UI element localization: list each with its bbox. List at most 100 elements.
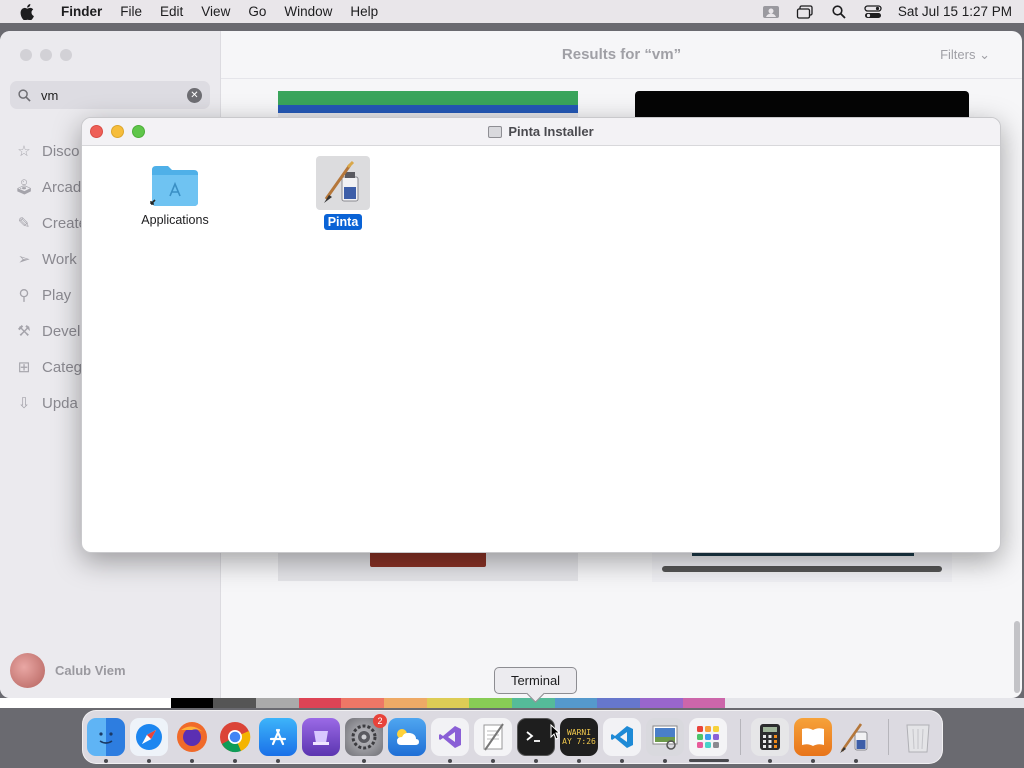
- finder-icon[interactable]: [87, 718, 125, 756]
- running-indicator: [276, 759, 280, 763]
- swatch: [554, 698, 598, 708]
- apple-menu-icon[interactable]: [16, 3, 38, 20]
- chevron-down-icon: ⌄: [979, 47, 990, 62]
- swatch: [853, 698, 897, 708]
- books-icon[interactable]: [794, 718, 832, 756]
- screenshot-subheader-bar: [278, 105, 578, 113]
- app-store-search-field[interactable]: vm ✕: [10, 81, 210, 109]
- running-indicator: [768, 759, 772, 763]
- applications-label: Applications: [141, 213, 209, 227]
- close-button[interactable]: [20, 49, 32, 61]
- pinta-dock-icon[interactable]: [837, 718, 875, 756]
- download-icon: ⇩: [17, 395, 31, 412]
- weather-icon[interactable]: [388, 718, 426, 756]
- paper-plane-icon: ➢: [17, 251, 31, 268]
- swatch: [469, 698, 513, 708]
- menu-clock[interactable]: Sat Jul 15 1:27 PM: [898, 4, 1012, 19]
- console-icon[interactable]: WARNI AY 7:26: [560, 718, 598, 756]
- script-editor-icon[interactable]: [474, 718, 512, 756]
- nav-item-create[interactable]: ✎ Create: [14, 205, 87, 241]
- rocket-icon: ⚲: [18, 287, 30, 304]
- clear-search-icon[interactable]: ✕: [187, 88, 202, 103]
- laptop-base: [662, 566, 942, 572]
- nav-item-discover[interactable]: ☆ Disco: [14, 133, 87, 169]
- purple-app-icon[interactable]: [302, 718, 340, 756]
- nav-label: Play: [42, 286, 72, 304]
- scrollbar[interactable]: [1014, 621, 1020, 693]
- minimize-button[interactable]: [40, 49, 52, 61]
- nav-item-categories[interactable]: ⊞ Categ: [14, 349, 87, 385]
- running-indicator: [147, 759, 151, 763]
- zoom-button[interactable]: [132, 125, 145, 138]
- joystick-icon: 🕹: [14, 179, 34, 196]
- vscode-icon[interactable]: [603, 718, 641, 756]
- brush-icon: ✎: [17, 215, 31, 232]
- filters-button[interactable]: Filters ⌄: [940, 47, 990, 63]
- search-input[interactable]: vm: [41, 88, 58, 103]
- zoom-button[interactable]: [60, 49, 72, 61]
- visual-studio-icon[interactable]: [431, 718, 469, 756]
- grid-icon: ⊞: [17, 359, 31, 376]
- swatch: [341, 698, 385, 708]
- nav-item-arcade[interactable]: 🕹 Arcad: [14, 169, 87, 205]
- hammer-icon: ⚒: [17, 323, 31, 340]
- menu-app-name[interactable]: Finder: [52, 4, 111, 19]
- swatch: [682, 698, 726, 708]
- pinta-label: Pinta: [323, 214, 363, 230]
- installer-titlebar[interactable]: Pinta Installer: [82, 118, 1000, 146]
- console-icon-text: WARNI AY 7:26: [562, 728, 596, 746]
- pinta-installer-window: Pinta Installer Applications Pinta: [81, 117, 1001, 553]
- menu-view[interactable]: View: [192, 4, 239, 19]
- preview-icon[interactable]: [646, 718, 684, 756]
- system-settings-icon[interactable]: 2: [345, 714, 387, 756]
- firefox-icon[interactable]: [173, 718, 211, 756]
- calculator-icon[interactable]: [751, 718, 789, 756]
- nav-item-play[interactable]: ⚲ Play: [14, 277, 87, 313]
- swatch: [938, 698, 982, 708]
- swatch: [298, 698, 342, 708]
- user-profile-icon[interactable]: [762, 5, 780, 19]
- pinta-app-item[interactable]: Pinta: [283, 156, 403, 230]
- applications-folder-icon: [150, 166, 198, 206]
- running-indicator: [663, 759, 667, 763]
- menu-edit[interactable]: Edit: [151, 4, 192, 19]
- spotlight-search-icon[interactable]: [830, 4, 848, 19]
- nav-item-work[interactable]: ➢ Work: [14, 241, 87, 277]
- safari-icon[interactable]: [130, 718, 168, 756]
- chrome-icon[interactable]: [216, 718, 254, 756]
- minimize-button[interactable]: [111, 125, 124, 138]
- launchpad-icon[interactable]: [689, 718, 727, 756]
- swatch: [981, 698, 1024, 708]
- account-button[interactable]: Calub Viem: [10, 653, 126, 688]
- disk-image-icon: [488, 125, 503, 138]
- star-icon: ☆: [17, 143, 31, 160]
- nav-item-updates[interactable]: ⇩ Upda: [14, 385, 87, 421]
- nav-item-develop[interactable]: ⚒ Devel: [14, 313, 87, 349]
- control-center-icon[interactable]: [864, 4, 882, 19]
- screenshot-thumbnail: [370, 551, 486, 567]
- swatch: [213, 698, 257, 708]
- swatch: [810, 698, 854, 708]
- menu-file[interactable]: File: [111, 4, 151, 19]
- applications-folder-item[interactable]: Applications: [115, 162, 235, 228]
- running-indicator: [620, 759, 624, 763]
- app-store-icon[interactable]: [259, 718, 297, 756]
- trash-icon[interactable]: [899, 718, 937, 756]
- menu-window[interactable]: Window: [275, 4, 341, 19]
- running-indicator: [854, 759, 858, 763]
- close-button[interactable]: [90, 125, 103, 138]
- dock-tooltip: Terminal: [494, 667, 577, 694]
- app-store-window-controls: [20, 49, 72, 61]
- menu-go[interactable]: Go: [239, 4, 275, 19]
- swatch: [384, 698, 427, 708]
- running-indicator: [577, 759, 581, 763]
- menu-help[interactable]: Help: [341, 4, 387, 19]
- swatch: [426, 698, 470, 708]
- pinta-app-icon: [316, 156, 370, 210]
- launchpad-indicator: [689, 759, 729, 762]
- swatch: [128, 698, 171, 708]
- window-overlap-icon[interactable]: [796, 4, 814, 19]
- notification-badge: 2: [373, 714, 387, 728]
- swatch: [640, 698, 683, 708]
- nav-label: Disco: [42, 142, 80, 160]
